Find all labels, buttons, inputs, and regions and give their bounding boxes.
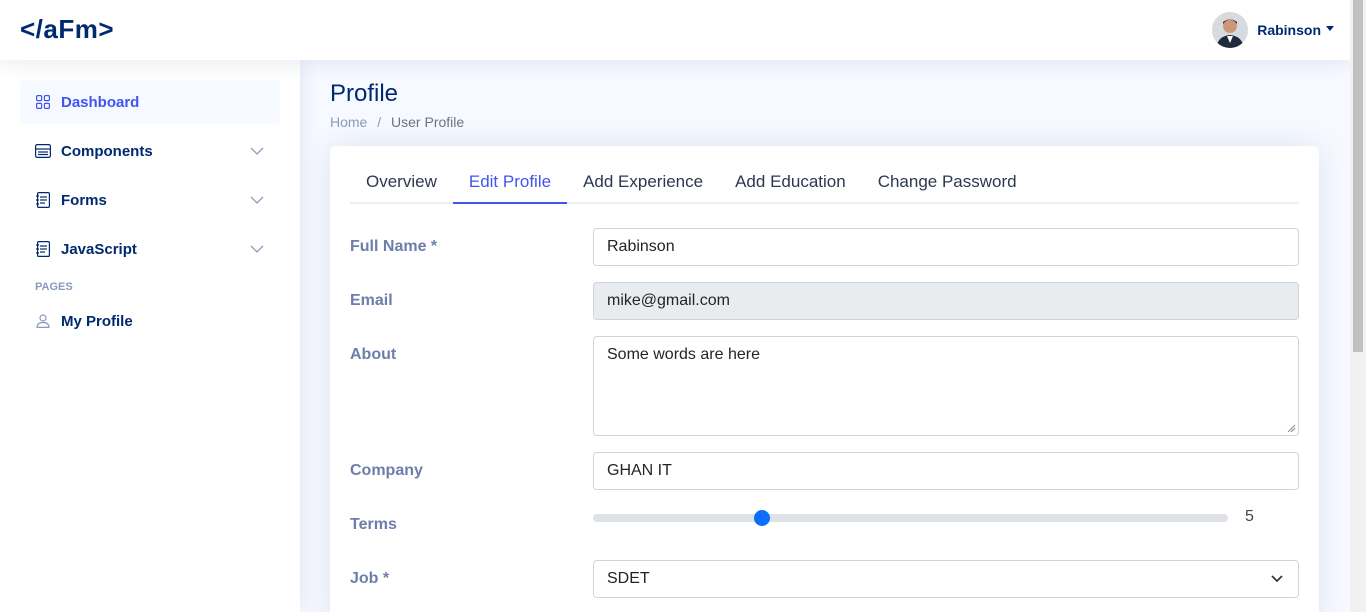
page-title: Profile — [330, 80, 399, 107]
breadcrumb-home[interactable]: Home — [330, 114, 367, 130]
sidebar-item-label: JavaScript — [61, 240, 137, 258]
full-name-input[interactable]: Rabinson — [593, 228, 1299, 266]
breadcrumb-current: User Profile — [391, 114, 465, 130]
user-name: Rabinson — [1257, 22, 1321, 38]
tab-overview[interactable]: Overview — [350, 166, 453, 204]
page-title-block: Profile Home / User Profile — [330, 80, 1320, 130]
journal-icon — [35, 192, 51, 208]
chevron-down-icon — [1271, 575, 1283, 583]
breadcrumb: Home / User Profile — [330, 114, 1320, 130]
tab-edit-profile[interactable]: Edit Profile — [452, 166, 568, 204]
menu-icon — [35, 143, 51, 159]
main-content: Profile Home / User Profile Overview Edi… — [330, 60, 1320, 612]
tab-change-password[interactable]: Change Password — [862, 166, 1033, 204]
job-select[interactable]: SDET — [593, 560, 1299, 598]
user-menu[interactable]: Rabinson — [1212, 12, 1334, 48]
about-textarea[interactable]: Some words are here — [593, 336, 1299, 436]
tab-add-education[interactable]: Add Education — [719, 166, 862, 204]
slider-thumb[interactable] — [753, 510, 770, 526]
sidebar-heading-pages: PAGES — [35, 281, 73, 293]
grid-icon — [35, 94, 51, 110]
person-icon — [35, 313, 51, 329]
company-input[interactable]: GHAN IT — [593, 452, 1299, 490]
company-label: Company — [350, 462, 423, 479]
terms-slider[interactable] — [593, 510, 1228, 526]
sidebar-item-label: Forms — [61, 191, 107, 209]
caret-down-icon — [1326, 25, 1334, 31]
chevron-down-icon — [249, 241, 265, 257]
avatar — [1212, 12, 1249, 48]
about-text: Some words are here — [607, 346, 760, 363]
job-selected-value: SDET — [607, 570, 650, 587]
profile-tabs: Overview Edit Profile Add Experience Add… — [350, 166, 1299, 204]
sidebar: Dashboard Components Forms JavaScript PA… — [0, 60, 300, 612]
sidebar-item-forms[interactable]: Forms — [20, 178, 280, 222]
sidebar-item-label: Components — [61, 142, 153, 160]
sidebar-item-components[interactable]: Components — [20, 129, 280, 173]
page-scrollbar[interactable] — [1350, 0, 1366, 612]
top-header: </aFm> Rabinson — [0, 0, 1350, 60]
app-logo[interactable]: </aFm> — [20, 14, 114, 45]
sidebar-item-javascript[interactable]: JavaScript — [20, 227, 280, 271]
sidebar-item-label: Dashboard — [61, 93, 140, 111]
chevron-down-icon — [249, 192, 265, 208]
breadcrumb-separator: / — [377, 114, 382, 130]
tab-add-experience[interactable]: Add Experience — [567, 166, 719, 204]
journal-icon — [35, 241, 51, 257]
job-label: Job * — [350, 570, 390, 587]
full-name-label: Full Name * — [350, 238, 438, 255]
resize-handle-icon[interactable] — [1286, 423, 1296, 433]
chevron-down-icon — [249, 143, 265, 159]
scrollbar-thumb[interactable] — [1353, 0, 1363, 352]
email-field: mike@gmail.com — [593, 282, 1299, 320]
email-label: Email — [350, 292, 393, 309]
about-label: About — [350, 346, 397, 363]
sidebar-item-label: My Profile — [61, 312, 133, 330]
terms-label: Terms — [350, 516, 397, 533]
profile-card: Overview Edit Profile Add Experience Add… — [330, 146, 1319, 612]
sidebar-item-dashboard[interactable]: Dashboard — [20, 80, 280, 124]
sidebar-item-my-profile[interactable]: My Profile — [20, 299, 280, 343]
terms-value: 5 — [1245, 508, 1254, 525]
